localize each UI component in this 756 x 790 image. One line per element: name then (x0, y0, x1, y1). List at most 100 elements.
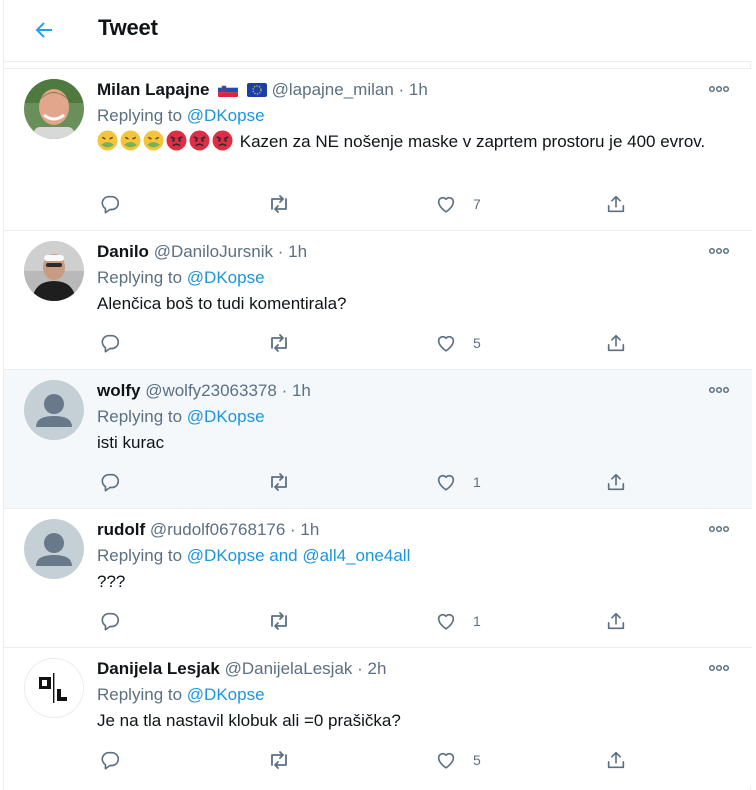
share-button[interactable] (605, 609, 627, 633)
avatar[interactable] (24, 519, 84, 579)
slovenia-flag-icon (218, 83, 239, 97)
heart-icon (437, 335, 455, 352)
handle[interactable]: @wolfy23063378 (145, 381, 277, 400)
action-bar: 1 (97, 470, 637, 494)
retweet-icon (271, 473, 287, 491)
timestamp[interactable]: · 2h (357, 659, 386, 678)
like-count: 5 (473, 752, 481, 768)
reply-item[interactable]: Danijela Lesjak @DanijelaLesjak · 2h Rep… (4, 647, 752, 786)
action-bar: 5 (97, 331, 637, 355)
share-button[interactable] (605, 192, 627, 216)
replying-to: Replying to @DKopse (97, 404, 732, 430)
mention-link[interactable]: @DKopse (187, 106, 265, 125)
display-name[interactable]: wolfy (97, 381, 140, 400)
reply-list: Milan Lapajne @lapajne_milan · 1h Replyi… (4, 68, 752, 786)
reply-button[interactable] (99, 192, 121, 216)
reply-text-body: Kazen za NE nošenje maske v zaprtem pros… (239, 132, 706, 151)
reply-button[interactable] (99, 609, 121, 633)
reply-text: Alenčica boš to tudi komentirala? (97, 294, 347, 313)
avatar[interactable] (24, 380, 84, 440)
more-options-button[interactable] (704, 658, 734, 678)
more-options-button[interactable] (704, 79, 734, 99)
handle[interactable]: @DanijelaLesjak (225, 659, 353, 678)
handle[interactable]: @DaniloJursnik (154, 242, 273, 261)
default-avatar-icon (24, 519, 84, 579)
mention-link[interactable]: @DKopse (187, 407, 265, 426)
heart-icon (437, 474, 455, 491)
like-button[interactable]: 1 (435, 470, 481, 494)
display-name[interactable]: Danilo (97, 242, 149, 261)
share-icon (607, 751, 625, 769)
page-title: Tweet (98, 15, 158, 40)
more-icon (708, 386, 730, 394)
replying-label: Replying to (97, 407, 183, 426)
timestamp[interactable]: · 1h (282, 381, 311, 400)
avatar[interactable] (24, 241, 84, 301)
handle[interactable]: @lapajne_milan (272, 80, 394, 99)
back-button[interactable] (26, 12, 62, 48)
reply-header: Milan Lapajne @lapajne_milan · 1h (97, 77, 732, 103)
retweet-icon (271, 334, 287, 352)
retweet-icon (271, 195, 287, 213)
reply-content: rudolf @rudolf06768176 · 1h Replying to … (97, 517, 732, 594)
replying-to: Replying to @DKopse (97, 103, 732, 129)
share-button[interactable] (605, 470, 627, 494)
like-count: 1 (473, 474, 481, 490)
timestamp[interactable]: · 1h (290, 520, 319, 539)
reply-button[interactable] (99, 470, 121, 494)
share-icon (607, 334, 625, 352)
retweet-button[interactable] (267, 609, 291, 633)
mention-link[interactable]: @DKopse (187, 268, 265, 287)
arrow-left-icon (35, 22, 52, 38)
heart-icon (437, 196, 455, 213)
like-button[interactable]: 5 (435, 748, 481, 772)
tweet-page: Tweet Milan Lapajne @lapajne_milan · 1h … (3, 0, 752, 790)
reply-button[interactable] (99, 748, 121, 772)
handle[interactable]: @rudolf06768176 (150, 520, 285, 539)
replying-label: Replying to (97, 546, 183, 565)
reply-content: Milan Lapajne @lapajne_milan · 1h Replyi… (97, 77, 732, 154)
retweet-button[interactable] (267, 470, 291, 494)
display-name[interactable]: Milan Lapajne (97, 80, 209, 99)
like-count: 7 (473, 196, 481, 212)
retweet-button[interactable] (267, 192, 291, 216)
reply-content: Danijela Lesjak @DanijelaLesjak · 2h Rep… (97, 656, 732, 733)
angry-face-emoji (212, 130, 233, 151)
like-button[interactable]: 5 (435, 331, 481, 355)
replying-label: Replying to (97, 268, 183, 287)
like-button[interactable]: 7 (435, 192, 481, 216)
reply-item[interactable]: rudolf @rudolf06768176 · 1h Replying to … (4, 508, 752, 647)
mention-link[interactable]: @DKopse (187, 685, 265, 704)
retweet-button[interactable] (267, 748, 291, 772)
timestamp[interactable]: · 1h (399, 80, 428, 99)
avatar[interactable] (24, 658, 84, 718)
action-bar: 7 (97, 192, 637, 216)
reply-item[interactable]: Milan Lapajne @lapajne_milan · 1h Replyi… (4, 68, 752, 230)
reply-item[interactable]: wolfy @wolfy23063378 · 1h Replying to @D… (4, 369, 752, 508)
display-name[interactable]: rudolf (97, 520, 145, 539)
share-button[interactable] (605, 331, 627, 355)
retweet-button[interactable] (267, 331, 291, 355)
like-button[interactable]: 1 (435, 609, 481, 633)
nauseated-face-emoji (143, 130, 164, 151)
avatar-photo (24, 241, 84, 301)
reply-item[interactable]: Danilo @DaniloJursnik · 1h Replying to @… (4, 230, 752, 369)
share-icon (607, 473, 625, 491)
more-options-button[interactable] (704, 380, 734, 400)
reply-button[interactable] (99, 331, 121, 355)
replying-to: Replying to @DKopse and @all4_one4all (97, 543, 732, 569)
display-name[interactable]: Danijela Lesjak (97, 659, 220, 678)
more-options-button[interactable] (704, 519, 734, 539)
angry-face-emoji (189, 130, 210, 151)
reply-header: Danijela Lesjak @DanijelaLesjak · 2h (97, 656, 732, 682)
reply-header: rudolf @rudolf06768176 · 1h (97, 517, 732, 543)
avatar[interactable] (24, 79, 84, 139)
timestamp[interactable]: · 1h (278, 242, 307, 261)
more-icon (708, 247, 730, 255)
retweet-icon (271, 751, 287, 769)
reply-icon (101, 612, 120, 631)
share-button[interactable] (605, 748, 627, 772)
like-count: 1 (473, 613, 481, 629)
mention-link[interactable]: @DKopse and @all4_one4all (187, 546, 411, 565)
more-options-button[interactable] (704, 241, 734, 261)
